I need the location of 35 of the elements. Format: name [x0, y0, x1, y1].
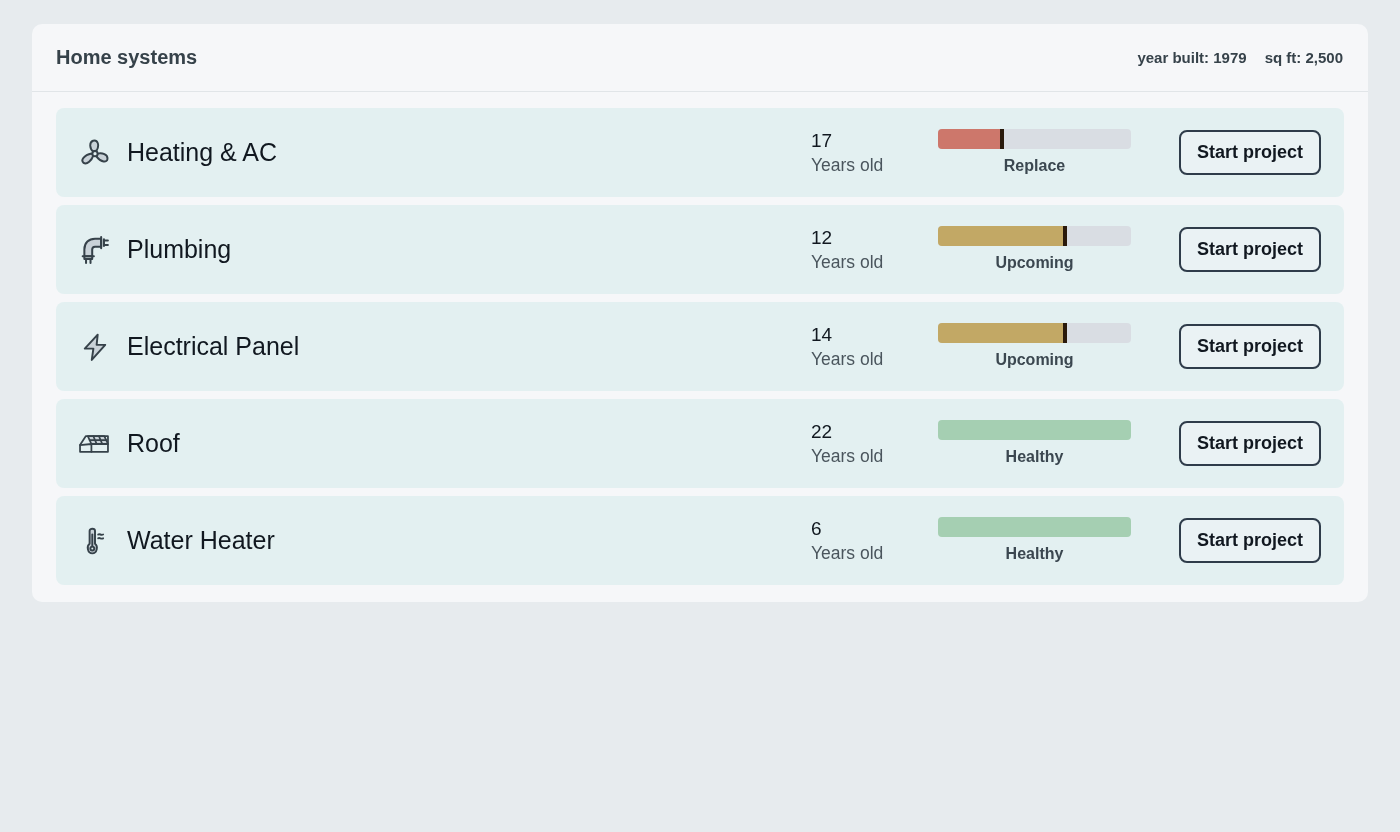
age-label: Years old: [811, 542, 885, 564]
start-project-button[interactable]: Start project: [1179, 518, 1321, 563]
start-project-button[interactable]: Start project: [1179, 421, 1321, 466]
level-marker: [999, 128, 1004, 149]
system-name: Roof: [127, 429, 181, 458]
health-status: Healthy: [1005, 544, 1064, 563]
house-info-text: sq ft: 2,500: [1264, 49, 1343, 66]
health-status: Replace: [1003, 156, 1066, 175]
health-status: Upcoming: [995, 253, 1074, 272]
lightning-bolt-icon: [81, 332, 109, 361]
solar-roof-icon: [79, 434, 109, 453]
pipe-icon: [81, 235, 109, 264]
system-name: Heating & AC: [127, 138, 279, 167]
age-label: Years old: [811, 154, 885, 176]
age-value: 17: [811, 129, 834, 152]
start-project-button[interactable]: Start project: [1179, 324, 1321, 369]
start-project-button[interactable]: Start project: [1179, 227, 1321, 272]
level-marker: [1063, 322, 1068, 343]
age-value: 22: [811, 420, 834, 443]
health-status: Healthy: [1005, 447, 1064, 466]
age-value: 12: [811, 226, 834, 249]
house-info-text: year built: 1979: [1137, 49, 1247, 66]
fan-icon: [81, 138, 109, 167]
age-label: Years old: [811, 445, 885, 467]
age-label: Years old: [811, 251, 885, 273]
level-marker: [1063, 225, 1068, 246]
age-value: 14: [811, 323, 834, 346]
system-name: Electrical Panel: [127, 332, 301, 361]
system-name: Plumbing: [127, 235, 233, 264]
age-label: Years old: [811, 348, 885, 370]
card-title: Home systems: [56, 46, 198, 69]
start-project-button[interactable]: Start project: [1179, 130, 1321, 175]
system-name: Water Heater: [127, 526, 276, 555]
health-status: Upcoming: [995, 350, 1074, 369]
age-value: 6: [811, 517, 823, 540]
